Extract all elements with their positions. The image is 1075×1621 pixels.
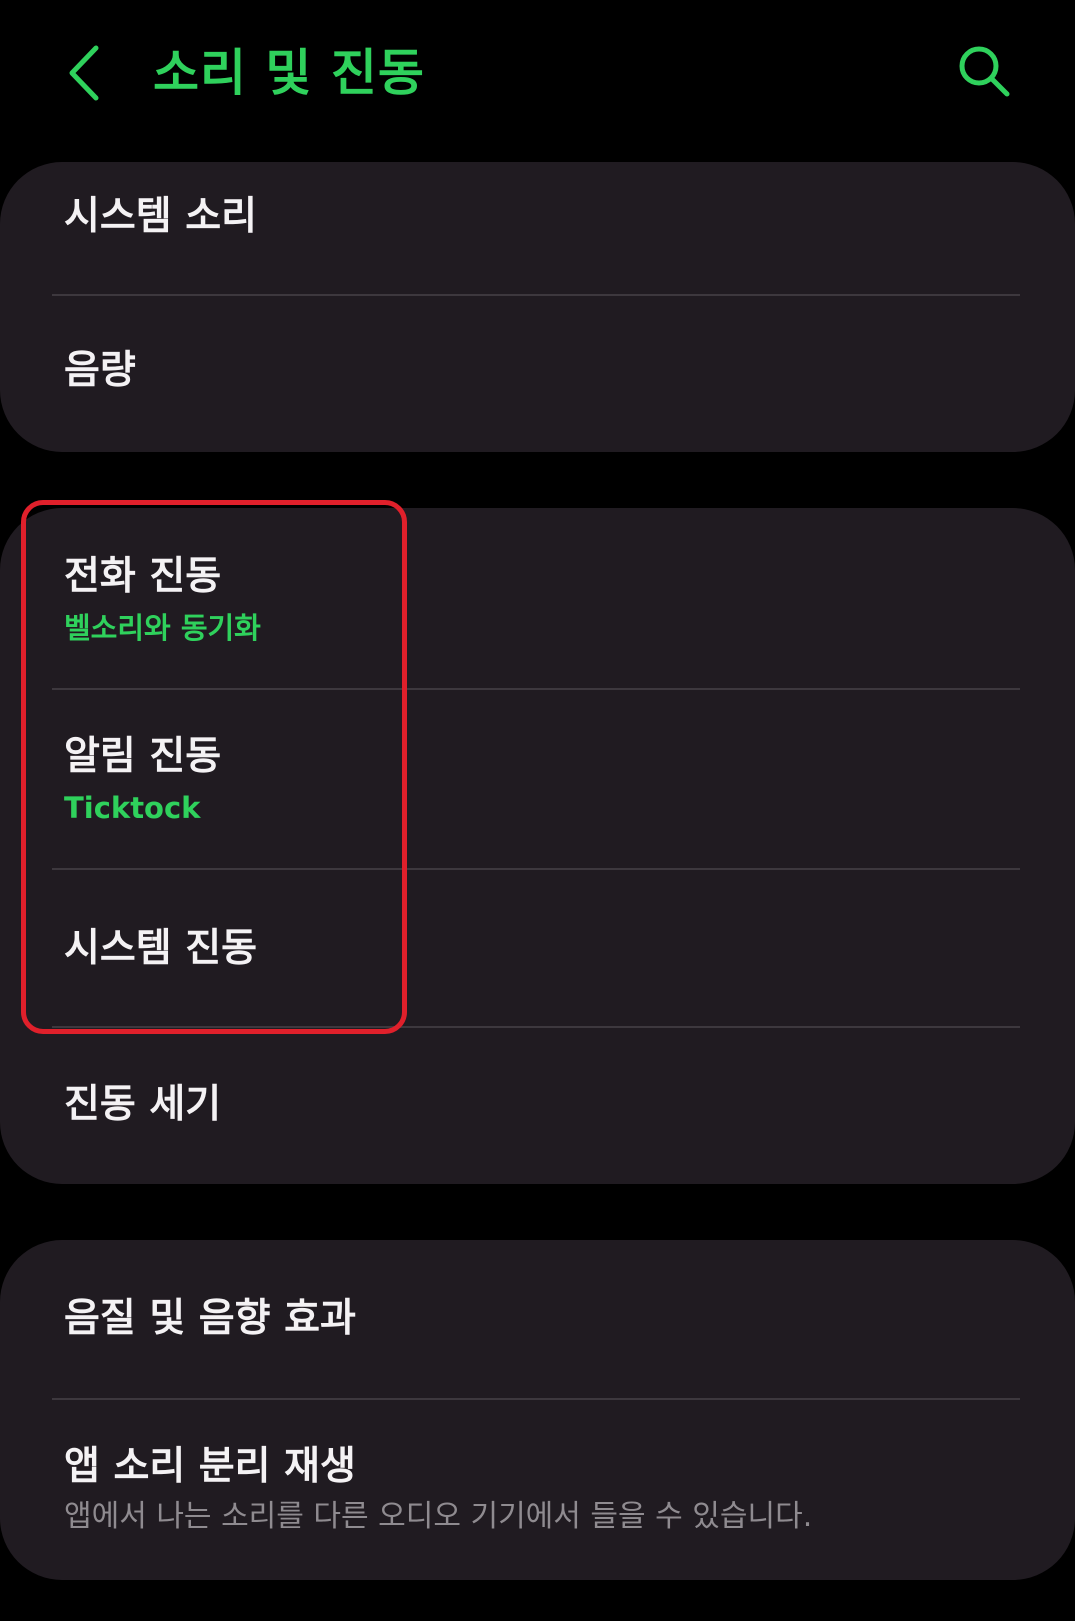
list-item-title: 음량 xyxy=(64,348,136,393)
list-item-subtitle: 앱에서 나는 소리를 다른 오디오 기기에서 들을 수 있습니다. xyxy=(64,1499,813,1534)
list-item-vibration-intensity[interactable]: 진동 세기 xyxy=(0,1028,1075,1184)
top-app-bar: 소리 및 진동 xyxy=(0,0,1075,150)
back-button[interactable] xyxy=(62,40,112,106)
settings-card-sound: 시스템 소리 음량 xyxy=(0,162,1075,452)
list-item-title: 전화 진동 xyxy=(64,554,222,599)
list-item-title: 음질 및 음향 효과 xyxy=(64,1296,356,1341)
settings-card-audio: 음질 및 음향 효과 앱 소리 분리 재생 앱에서 나는 소리를 다른 오디오 … xyxy=(0,1240,1075,1580)
list-item-title: 시스템 소리 xyxy=(64,194,257,239)
chevron-left-icon xyxy=(69,45,99,101)
list-item-title: 진동 세기 xyxy=(64,1082,222,1127)
search-button[interactable] xyxy=(955,42,1013,100)
list-item-separate-app-sound[interactable]: 앱 소리 분리 재생 앱에서 나는 소리를 다른 오디오 기기에서 들을 수 있… xyxy=(0,1400,1075,1580)
settings-card-vibration: 전화 진동 벨소리와 동기화 알림 진동 Ticktock 시스템 진동 진동 … xyxy=(0,508,1075,1184)
list-item-call-vibration[interactable]: 전화 진동 벨소리와 동기화 xyxy=(0,508,1075,688)
list-item-system-sound[interactable]: 시스템 소리 xyxy=(0,162,1075,294)
list-item-title: 시스템 진동 xyxy=(64,926,257,971)
list-item-subtitle: Ticktock xyxy=(64,791,201,825)
list-item-subtitle: 벨소리와 동기화 xyxy=(64,611,261,645)
list-item-sound-quality-effects[interactable]: 음질 및 음향 효과 xyxy=(0,1240,1075,1398)
list-item-title: 알림 진동 xyxy=(64,734,222,779)
list-item-system-vibration[interactable]: 시스템 진동 xyxy=(0,870,1075,1026)
list-item-title: 앱 소리 분리 재생 xyxy=(64,1444,356,1489)
page-title: 소리 및 진동 xyxy=(153,44,425,102)
list-item-volume[interactable]: 음량 xyxy=(0,296,1075,452)
search-icon xyxy=(959,46,1010,97)
list-item-notification-vibration[interactable]: 알림 진동 Ticktock xyxy=(0,690,1075,868)
